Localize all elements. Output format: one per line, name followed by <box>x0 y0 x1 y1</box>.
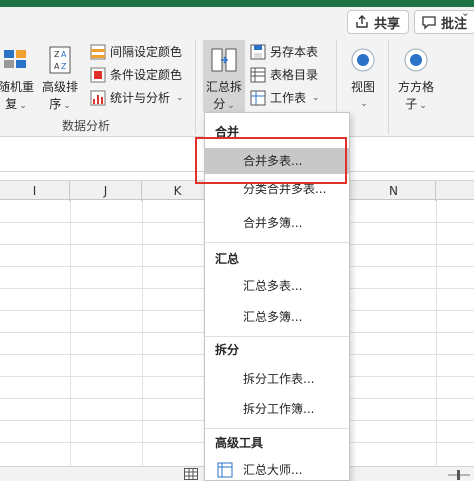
svg-text:A: A <box>54 62 60 71</box>
svg-text:Z: Z <box>61 62 67 71</box>
menu-item-merge-workbooks[interactable]: 合并多簿... <box>205 210 349 236</box>
menu-item-summary-master[interactable]: 汇总大师... <box>205 457 349 481</box>
chevron-down-icon: ⌄ <box>360 99 368 109</box>
menu-divider <box>205 336 349 337</box>
share-icon <box>356 15 368 28</box>
svg-text:Z: Z <box>54 50 60 59</box>
title-bar-strip <box>0 0 474 7</box>
section-header-split: 拆分 <box>215 343 240 357</box>
zoom-slider[interactable] <box>448 470 470 480</box>
column-header-i[interactable]: I <box>0 181 70 201</box>
interval-color-button[interactable]: 间隔设定颜色 <box>90 43 182 60</box>
normal-view-icon[interactable] <box>184 468 198 480</box>
summary-split-button[interactable]: 汇总拆 分 ⌄ <box>203 44 245 115</box>
condition-color-icon <box>90 67 106 82</box>
share-label: 共享 <box>374 16 401 32</box>
random-repeat-icon <box>4 50 26 68</box>
ribbon-separator <box>388 40 389 134</box>
view-button[interactable]: 视图 ⌄ <box>345 44 381 113</box>
sort-az-icon: Z A A Z <box>49 46 71 74</box>
table-directory-button[interactable]: 表格目录 <box>250 66 318 83</box>
menu-divider <box>205 242 349 243</box>
data-analysis-group-label: 数据分析 <box>62 119 111 133</box>
column-header-j[interactable]: J <box>70 181 142 201</box>
svg-text:A: A <box>61 50 67 59</box>
interval-color-icon <box>90 44 106 59</box>
comment-icon <box>422 16 436 30</box>
worksheet-icon <box>250 90 266 105</box>
random-repeat-label-1: 随机重 <box>0 80 34 94</box>
stats-analysis-label: 统计与分析 <box>110 91 171 105</box>
random-repeat-button[interactable]: 随机重 复 ⌄ <box>0 44 38 115</box>
save-as-table-icon <box>250 44 266 59</box>
table-directory-icon <box>250 67 266 82</box>
table-directory-label: 表格目录 <box>270 68 319 82</box>
chevron-down-icon: ⌄ <box>19 101 27 111</box>
menu-divider <box>205 428 349 429</box>
grid-line <box>142 200 143 466</box>
worksheet-button[interactable]: 工作表 ⌄ <box>250 89 320 106</box>
interval-color-label: 间隔设定颜色 <box>110 45 183 59</box>
highlight-box <box>195 137 347 184</box>
chevron-down-icon[interactable]: ⌄ <box>461 6 470 19</box>
chevron-down-icon: ⌄ <box>227 101 235 111</box>
chevron-down-icon: ⌄ <box>312 92 320 103</box>
advanced-sort-label-1: 高级排 <box>41 80 78 94</box>
stats-analysis-icon <box>90 90 106 105</box>
square-grid-icon <box>404 48 428 72</box>
menu-item-summary-sheets[interactable]: 汇总多表... <box>205 273 349 299</box>
menu-item-split-workbook[interactable]: 拆分工作簿... <box>205 396 349 422</box>
share-button[interactable]: 共享 <box>347 10 409 34</box>
advanced-sort-button[interactable]: Z A A Z 高级排 序 ⌄ <box>38 44 82 115</box>
save-as-table-button[interactable]: 另存本表 <box>250 43 318 60</box>
section-header-advanced-tools: 高级工具 <box>215 436 264 450</box>
menu-item-summary-workbooks[interactable]: 汇总多簿... <box>205 304 349 330</box>
chevron-down-icon: ⌄ <box>176 92 184 103</box>
column-header-n[interactable]: N <box>352 181 436 201</box>
condition-color-button[interactable]: 条件设定颜色 <box>90 66 182 83</box>
grid-line <box>436 200 437 466</box>
chevron-down-icon: ⌄ <box>419 101 427 111</box>
summary-split-label-2: 分 <box>213 97 226 111</box>
ribbon-separator <box>195 40 196 134</box>
section-header-summary: 汇总 <box>215 252 240 266</box>
chevron-down-icon: ⌄ <box>63 101 71 111</box>
save-as-table-label: 另存本表 <box>270 45 319 59</box>
summary-split-icon <box>211 48 237 72</box>
view-label: 视图 <box>350 80 375 94</box>
square-grid-button[interactable]: 方方格 子 ⌄ <box>394 44 438 115</box>
stats-analysis-button[interactable]: 统计与分析 ⌄ <box>90 89 184 106</box>
random-repeat-label-2: 复 <box>5 97 18 111</box>
grid-line <box>70 200 71 466</box>
worksheet-label: 工作表 <box>270 91 307 105</box>
view-icon <box>351 48 375 72</box>
condition-color-label: 条件设定颜色 <box>110 68 183 82</box>
summary-split-label-1: 汇总拆 <box>205 80 242 94</box>
menu-item-split-worksheet[interactable]: 拆分工作表... <box>205 366 349 392</box>
square-grid-label-2: 子 <box>405 97 418 111</box>
square-grid-label-1: 方方格 <box>397 80 434 94</box>
advanced-sort-label-2: 序 <box>49 97 62 111</box>
